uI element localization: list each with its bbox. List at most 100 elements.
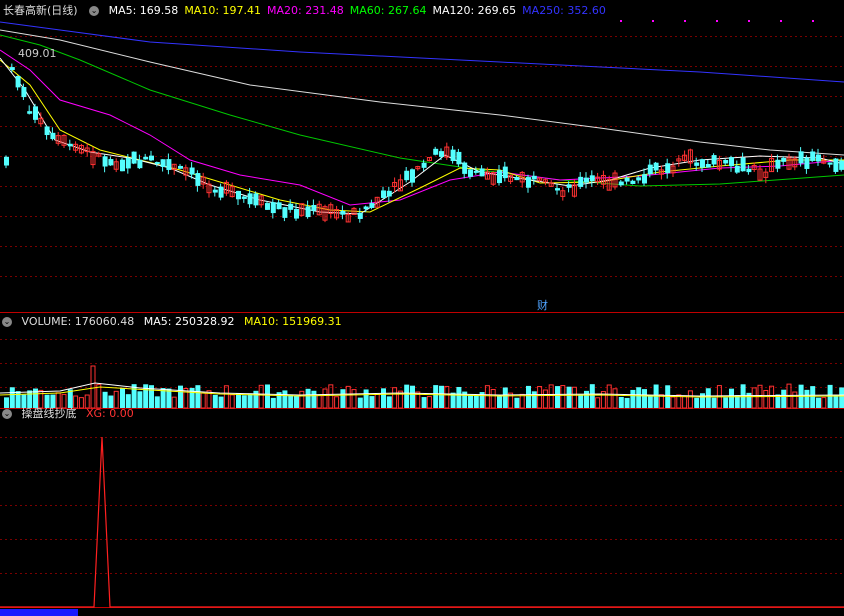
candle-body: [479, 168, 485, 177]
candle-body: [624, 177, 630, 182]
candle-body: [421, 162, 427, 168]
volume-bar: [566, 386, 572, 408]
volume-bar: [386, 396, 392, 408]
volume-bar: [839, 387, 844, 408]
candle-body: [526, 177, 531, 188]
candle-body: [439, 151, 444, 157]
volume-bar: [288, 394, 294, 408]
candle-body: [247, 193, 253, 205]
chevron-down-icon[interactable]: ⌄: [2, 317, 12, 327]
candle-body: [67, 143, 73, 147]
candle-body: [502, 166, 508, 179]
volume-bar: [236, 393, 241, 408]
candle-body: [404, 170, 410, 181]
candle-body: [642, 174, 647, 184]
candle-body: [450, 149, 456, 162]
candle-body: [630, 180, 636, 184]
candle-body: [265, 203, 270, 210]
indicator-panel[interactable]: ⌄ 操盘线抄底 XG: 0.00: [0, 407, 844, 616]
volume-bar: [421, 397, 427, 408]
candle-body: [357, 212, 363, 219]
volume-bar: [630, 389, 636, 408]
chevron-down-icon[interactable]: ⌄: [89, 6, 100, 16]
volume-bar: [729, 388, 734, 408]
volume-bar: [340, 389, 346, 408]
indicator-xg: XG: 0.00: [86, 407, 134, 420]
volume-bar: [154, 396, 160, 408]
candle-body: [804, 157, 810, 169]
volume-panel[interactable]: ⌄ VOLUME: 176060.48 MA5: 250328.92 MA10:…: [0, 313, 844, 409]
candle-body: [363, 206, 369, 210]
ma-legend-item: MA20: 231.48: [267, 4, 344, 17]
candle-body: [798, 151, 804, 164]
candle-body: [9, 67, 15, 71]
candle-body: [618, 181, 624, 186]
volume-bar: [647, 395, 653, 408]
volume-bar: [473, 394, 479, 408]
volume-bar: [212, 394, 218, 408]
candle-body: [531, 175, 537, 180]
price-panel[interactable]: 长春高新(日线) ⌄ MA5: 169.58 MA10: 197.41 MA20: …: [0, 0, 844, 313]
candle-body: [584, 177, 589, 183]
volume-header: ⌄ VOLUME: 176060.48 MA5: 250328.92 MA10:…: [0, 314, 348, 330]
candle-body: [578, 176, 584, 187]
candle-body: [50, 132, 56, 140]
volume-bar: [705, 388, 711, 408]
volume-bar: [816, 397, 821, 408]
indicator-chart[interactable]: [0, 409, 844, 616]
candle-body: [125, 157, 131, 169]
candle-body: [711, 155, 717, 165]
volume-bar: [700, 393, 705, 408]
candle-body: [189, 167, 195, 175]
ma-legend-item: MA250: 352.60: [522, 4, 606, 17]
candle-body: [149, 155, 154, 161]
volume-bar: [247, 393, 253, 408]
candle-body: [514, 177, 520, 181]
candle-body: [734, 165, 740, 173]
volume-bar: [363, 389, 369, 408]
volume-bar: [456, 386, 462, 408]
max-price-label: 409.01: [18, 47, 57, 60]
volume-bar: [468, 394, 473, 408]
candle-body: [473, 170, 479, 173]
volume-bar: [810, 386, 816, 408]
candle-body: [178, 165, 183, 169]
volume-bar: [265, 384, 270, 408]
chevron-down-icon[interactable]: ⌄: [2, 409, 12, 419]
volume-ma10: MA10: 151969.31: [243, 315, 342, 328]
volume-bar: [746, 392, 752, 408]
candle-body: [827, 162, 833, 165]
candle-body: [311, 204, 317, 211]
candle-body: [236, 190, 241, 200]
volume-bar: [218, 396, 224, 408]
volume-label: VOLUME: 176060.48: [21, 315, 135, 328]
candle-body: [740, 157, 746, 172]
volume-bar: [589, 384, 595, 408]
candle-body: [810, 151, 816, 161]
ma-legend-item: MA120: 269.65: [432, 4, 517, 17]
signal-dot: [652, 20, 654, 22]
ma-legend-item: MA60: 267.64: [349, 4, 427, 17]
volume-bar: [241, 395, 247, 408]
price-chart[interactable]: [0, 0, 844, 313]
signal-dot: [812, 20, 814, 22]
candle-body: [305, 206, 311, 218]
volume-bar: [497, 396, 502, 408]
volume-bar: [178, 385, 183, 408]
indicator-bg: [0, 409, 844, 616]
candle-body: [816, 154, 821, 162]
candle-body: [154, 162, 160, 165]
volume-bar: [195, 385, 201, 408]
volume-bar: [723, 397, 729, 408]
volume-bar: [618, 396, 624, 408]
candle-body: [636, 177, 642, 181]
candle-body: [729, 157, 734, 167]
volume-bar: [311, 390, 317, 408]
volume-bar: [584, 390, 589, 408]
finance-event-marker[interactable]: 财: [537, 297, 548, 313]
volume-bar: [294, 395, 299, 408]
candle-body: [4, 156, 9, 166]
candle-body: [468, 169, 473, 177]
candle-body: [723, 159, 729, 164]
signal-dot: [716, 20, 718, 22]
